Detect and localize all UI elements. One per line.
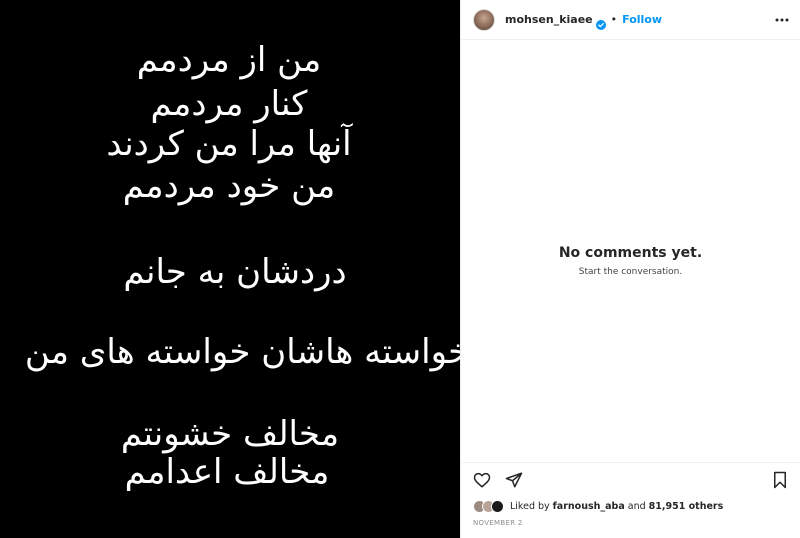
avatar[interactable] bbox=[473, 8, 495, 31]
separator-dot: • bbox=[610, 13, 618, 26]
no-comments-title: No comments yet. bbox=[558, 245, 703, 261]
comments-area: No comments yet. Start the conversation. bbox=[461, 41, 800, 461]
likes-count[interactable]: 81,951 others bbox=[649, 501, 724, 512]
poem-line: مخالف اعدامم bbox=[124, 452, 330, 492]
poem-line: کنار مردمم bbox=[150, 84, 308, 124]
action-bar bbox=[461, 462, 800, 496]
start-conversation-text: Start the conversation. bbox=[578, 267, 683, 277]
post-viewer: من از مردمم کنار مردمم آنها مرا من کردند… bbox=[0, 0, 800, 538]
likes-prefix: Liked by bbox=[510, 500, 553, 512]
likes-middle: and bbox=[624, 500, 649, 512]
poem-line: خواسته هاشان خواسته های من bbox=[24, 332, 460, 372]
post-header: mohsen_kiaee • Follow bbox=[461, 0, 800, 40]
username-link[interactable]: mohsen_kiaee bbox=[505, 13, 593, 26]
more-options-icon[interactable] bbox=[774, 12, 790, 28]
share-icon[interactable] bbox=[505, 471, 523, 489]
post-side-panel: mohsen_kiaee • Follow No comments yet. S… bbox=[460, 0, 800, 538]
avatar bbox=[491, 499, 504, 513]
poem-line: من از مردمم bbox=[136, 40, 322, 80]
poem-line: آنها مرا من کردند bbox=[106, 124, 352, 164]
poem-text: من از مردمم کنار مردمم آنها مرا من کردند… bbox=[0, 0, 460, 538]
verified-icon bbox=[595, 15, 606, 30]
poem-line: مخالف خشونتم bbox=[120, 414, 340, 454]
likes-summary: Liked by farnoush_aba and 81,951 others bbox=[510, 501, 723, 512]
heart-icon[interactable] bbox=[473, 471, 491, 489]
poem-line: دردشان به جانم bbox=[123, 252, 347, 292]
likes-row: Liked by farnoush_aba and 81,951 others bbox=[473, 497, 788, 515]
save-icon[interactable] bbox=[772, 471, 790, 489]
poem-line: من خود مردمم bbox=[122, 166, 336, 206]
liker-username[interactable]: farnoush_aba bbox=[553, 501, 625, 512]
follow-button[interactable]: Follow bbox=[622, 13, 662, 26]
post-media[interactable]: من از مردمم کنار مردمم آنها مرا من کردند… bbox=[0, 0, 460, 538]
liker-avatars[interactable] bbox=[473, 499, 504, 513]
post-date[interactable]: NOVEMBER 2 bbox=[473, 519, 523, 527]
